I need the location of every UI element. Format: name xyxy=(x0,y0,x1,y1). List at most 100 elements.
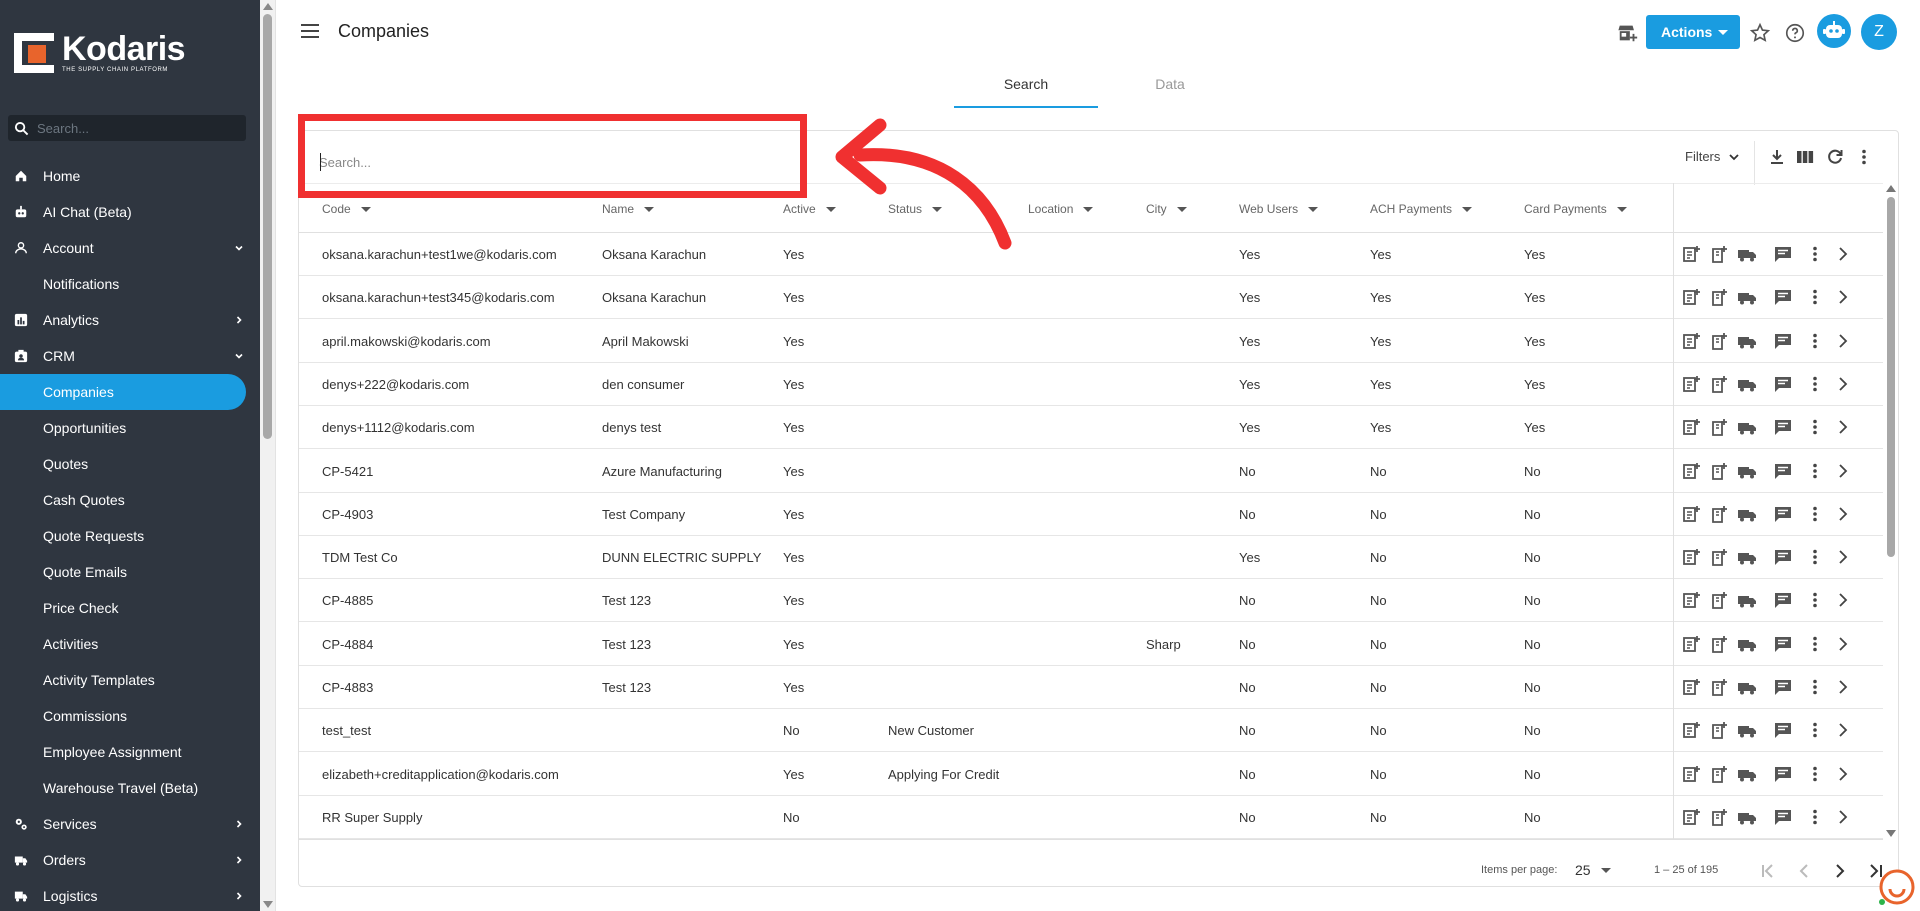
chevron-right-icon[interactable] xyxy=(1833,807,1853,827)
column-header-card-payments[interactable]: Card Payments xyxy=(1524,202,1627,216)
shipping-truck-icon[interactable] xyxy=(1737,720,1757,740)
add-invoice-icon[interactable] xyxy=(1709,331,1729,351)
sidebar-item-warehouse-travel-beta[interactable]: Warehouse Travel (Beta) xyxy=(0,770,260,806)
message-icon[interactable] xyxy=(1773,244,1793,264)
add-invoice-icon[interactable] xyxy=(1709,287,1729,307)
chevron-right-icon[interactable] xyxy=(1833,374,1853,394)
sidebar-search-input[interactable] xyxy=(37,120,227,136)
message-icon[interactable] xyxy=(1773,807,1793,827)
table-row[interactable]: oksana.karachun+test1we@kodaris.com Oksan… xyxy=(299,233,1883,276)
add-note-icon[interactable] xyxy=(1681,720,1701,740)
more-vert-icon[interactable] xyxy=(1805,677,1825,697)
chevron-right-icon[interactable] xyxy=(1833,244,1853,264)
add-note-icon[interactable] xyxy=(1681,417,1701,437)
table-row[interactable]: test_test No New Customer No No No xyxy=(299,709,1883,753)
sidebar-item-ai-chat-beta[interactable]: AI Chat (Beta) xyxy=(0,194,260,230)
message-icon[interactable] xyxy=(1773,461,1793,481)
add-invoice-icon[interactable] xyxy=(1709,461,1729,481)
store-add-icon[interactable] xyxy=(1617,22,1639,44)
columns-icon[interactable] xyxy=(1795,147,1815,167)
download-icon[interactable] xyxy=(1767,147,1787,167)
shipping-truck-icon[interactable] xyxy=(1737,764,1757,784)
table-row[interactable]: denys+222@kodaris.com den consumer Yes Yes Y… xyxy=(299,363,1883,406)
shipping-truck-icon[interactable] xyxy=(1737,244,1757,264)
message-icon[interactable] xyxy=(1773,504,1793,524)
shipping-truck-icon[interactable] xyxy=(1737,634,1757,654)
chevron-right-icon[interactable] xyxy=(1833,547,1853,567)
message-icon[interactable] xyxy=(1773,374,1793,394)
first-page-icon[interactable] xyxy=(1757,860,1779,882)
sidebar-item-activity-templates[interactable]: Activity Templates xyxy=(0,662,260,698)
more-vert-icon[interactable] xyxy=(1805,807,1825,827)
sidebar-item-quote-emails[interactable]: Quote Emails xyxy=(0,554,260,590)
more-vert-icon[interactable] xyxy=(1805,634,1825,654)
tab-search[interactable]: Search xyxy=(954,68,1098,108)
ai-assistant-icon[interactable] xyxy=(1817,14,1851,48)
add-invoice-icon[interactable] xyxy=(1709,244,1729,264)
shipping-truck-icon[interactable] xyxy=(1737,677,1757,697)
more-vert-icon[interactable] xyxy=(1805,244,1825,264)
message-icon[interactable] xyxy=(1773,590,1793,610)
add-note-icon[interactable] xyxy=(1681,244,1701,264)
sidebar-item-crm[interactable]: CRM xyxy=(0,338,260,374)
shipping-truck-icon[interactable] xyxy=(1737,287,1757,307)
sidebar-item-activities[interactable]: Activities xyxy=(0,626,260,662)
more-vert-icon[interactable] xyxy=(1805,374,1825,394)
add-invoice-icon[interactable] xyxy=(1709,504,1729,524)
sidebar-item-opportunities[interactable]: Opportunities xyxy=(0,410,260,446)
shipping-truck-icon[interactable] xyxy=(1737,590,1757,610)
sidebar-item-analytics[interactable]: Analytics xyxy=(0,302,260,338)
add-note-icon[interactable] xyxy=(1681,374,1701,394)
shipping-truck-icon[interactable] xyxy=(1737,547,1757,567)
add-invoice-icon[interactable] xyxy=(1709,807,1729,827)
column-header-web-users[interactable]: Web Users xyxy=(1239,202,1319,216)
table-row[interactable]: oksana.karachun+test345@kodaris.com Oksan… xyxy=(299,276,1883,320)
sidebar-item-price-check[interactable]: Price Check xyxy=(0,590,260,626)
sidebar-item-companies[interactable]: Companies xyxy=(0,374,246,410)
sidebar-item-commissions[interactable]: Commissions xyxy=(0,698,260,734)
add-note-icon[interactable] xyxy=(1681,461,1701,481)
add-invoice-icon[interactable] xyxy=(1709,547,1729,567)
chevron-right-icon[interactable] xyxy=(1833,634,1853,654)
star-icon[interactable] xyxy=(1749,22,1771,44)
more-vert-icon[interactable] xyxy=(1805,504,1825,524)
help-icon[interactable] xyxy=(1784,22,1806,44)
add-invoice-icon[interactable] xyxy=(1709,374,1729,394)
sidebar-item-quotes[interactable]: Quotes xyxy=(0,446,260,482)
user-avatar[interactable]: Z xyxy=(1861,14,1897,50)
sidebar-item-services[interactable]: Services xyxy=(0,806,260,842)
add-invoice-icon[interactable] xyxy=(1709,634,1729,654)
message-icon[interactable] xyxy=(1773,417,1793,437)
message-icon[interactable] xyxy=(1773,764,1793,784)
kodaris-logo[interactable]: Kodaris THE SUPPLY CHAIN PLATFORM xyxy=(14,32,186,73)
shipping-truck-icon[interactable] xyxy=(1737,331,1757,351)
shipping-truck-icon[interactable] xyxy=(1737,807,1757,827)
add-invoice-icon[interactable] xyxy=(1709,677,1729,697)
chevron-right-icon[interactable] xyxy=(1833,590,1853,610)
actions-button[interactable]: Actions xyxy=(1646,15,1740,49)
sidebar-item-notifications[interactable]: Notifications xyxy=(0,266,260,302)
sidebar-scrollbar[interactable] xyxy=(260,0,276,911)
filters-dropdown[interactable]: Filters xyxy=(1685,149,1740,164)
previous-page-icon[interactable] xyxy=(1793,860,1815,882)
message-icon[interactable] xyxy=(1773,331,1793,351)
table-row[interactable]: CP-4885 Test 123 Yes No No No xyxy=(299,579,1883,623)
tab-data[interactable]: Data xyxy=(1098,68,1242,108)
table-row[interactable]: CP-4883 Test 123 Yes No No No xyxy=(299,666,1883,709)
sidebar-item-logistics[interactable]: Logistics xyxy=(0,878,260,911)
message-icon[interactable] xyxy=(1773,677,1793,697)
sidebar-item-employee-assignment[interactable]: Employee Assignment xyxy=(0,734,260,770)
table-row[interactable]: RR Super Supply No No No No xyxy=(299,796,1883,839)
add-invoice-icon[interactable] xyxy=(1709,590,1729,610)
chevron-right-icon[interactable] xyxy=(1833,461,1853,481)
refresh-icon[interactable] xyxy=(1825,147,1845,167)
sidebar-item-quote-requests[interactable]: Quote Requests xyxy=(0,518,260,554)
add-note-icon[interactable] xyxy=(1681,590,1701,610)
next-page-icon[interactable] xyxy=(1829,860,1851,882)
dropdown-arrow-icon[interactable] xyxy=(1601,868,1611,873)
chevron-right-icon[interactable] xyxy=(1833,504,1853,524)
more-vert-icon[interactable] xyxy=(1805,331,1825,351)
add-note-icon[interactable] xyxy=(1681,331,1701,351)
table-row[interactable]: CP-5421 Azure Manufacturing Yes No No No xyxy=(299,450,1883,493)
column-header-city[interactable]: City xyxy=(1146,202,1187,216)
